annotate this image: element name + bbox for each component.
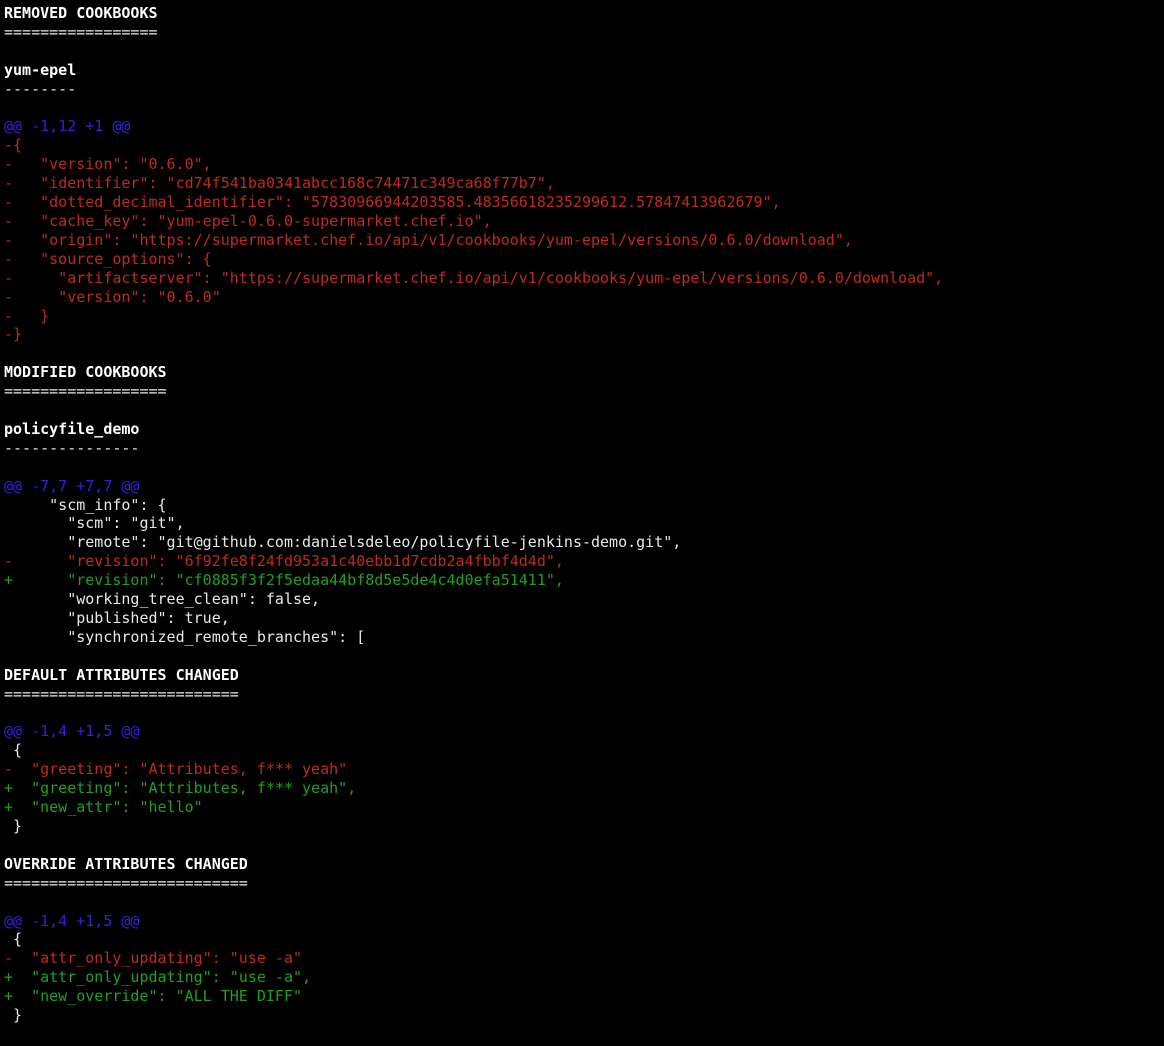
diff-context-line: "published": true, (4, 609, 1164, 628)
spacer (4, 401, 1164, 420)
diff-hunk-header: @@ -1,4 +1,5 @@ (4, 912, 1164, 931)
diff-removed-line: - "version": "0.6.0", (4, 155, 1164, 174)
section-heading-modified-cookbooks: MODIFIED COOKBOOKS (4, 363, 1164, 382)
diff-removed-line: - "artifactserver": "https://supermarket… (4, 269, 1164, 288)
section-heading-removed-cookbooks: REMOVED COOKBOOKS (4, 4, 1164, 23)
cookbook-name-rule: --------------- (4, 439, 1164, 458)
diff-added-line: + "new_attr": "hello" (4, 798, 1164, 817)
diff-removed-line: - "greeting": "Attributes, f*** yeah" (4, 760, 1164, 779)
diff-removed-line: - "attr_only_updating": "use -a" (4, 949, 1164, 968)
spacer (4, 99, 1164, 118)
spacer (4, 647, 1164, 666)
terminal-output[interactable]: REMOVED COOKBOOKS================= yum-e… (0, 0, 1164, 1046)
diff-removed-line: - "origin": "https://supermarket.chef.io… (4, 231, 1164, 250)
section-heading-override-attributes-changed: OVERRIDE ATTRIBUTES CHANGED (4, 855, 1164, 874)
section-heading-rule-removed-cookbooks: ================= (4, 23, 1164, 42)
diff-removed-line: - "dotted_decimal_identifier": "57830966… (4, 193, 1164, 212)
spacer (4, 344, 1164, 363)
diff-removed-line: - "cache_key": "yum-epel-0.6.0-supermark… (4, 212, 1164, 231)
diff-context-line: "working_tree_clean": false, (4, 590, 1164, 609)
diff-removed-line: -} (4, 325, 1164, 344)
cookbook-name-policyfile_demo: policyfile_demo (4, 420, 1164, 439)
diff-hunk-header: @@ -1,4 +1,5 @@ (4, 722, 1164, 741)
diff-context-line: "scm_info": { (4, 496, 1164, 515)
diff-context-line: "synchronized_remote_branches": [ (4, 628, 1164, 647)
diff-context-line: { (4, 930, 1164, 949)
diff-context-line: } (4, 817, 1164, 836)
diff-added-line: + "greeting": "Attributes, f*** yeah", (4, 779, 1164, 798)
diff-removed-line: - "identifier": "cd74f541ba0341abcc168c7… (4, 174, 1164, 193)
section-heading-rule-modified-cookbooks: ================== (4, 382, 1164, 401)
diff-removed-line: - "version": "0.6.0" (4, 288, 1164, 307)
spacer (4, 42, 1164, 61)
diff-context-line: "remote": "git@github.com:danielsdeleo/p… (4, 533, 1164, 552)
spacer (4, 893, 1164, 912)
spacer (4, 458, 1164, 477)
diff-context-line: { (4, 741, 1164, 760)
diff-context-line: } (4, 1006, 1164, 1025)
section-heading-rule-override-attributes-changed: =========================== (4, 874, 1164, 893)
cookbook-name-rule: -------- (4, 80, 1164, 99)
diff-removed-line: -{ (4, 136, 1164, 155)
spacer (4, 836, 1164, 855)
section-heading-rule-default-attributes-changed: ========================== (4, 685, 1164, 704)
diff-removed-line: - } (4, 307, 1164, 326)
diff-removed-line: - "revision": "6f92fe8f24fd953a1c40ebb1d… (4, 552, 1164, 571)
diff-context-line: "scm": "git", (4, 514, 1164, 533)
cookbook-name-yum-epel: yum-epel (4, 61, 1164, 80)
diff-removed-line: - "source_options": { (4, 250, 1164, 269)
spacer (4, 704, 1164, 723)
diff-added-line: + "revision": "cf0885f3f2f5edaa44bf8d5e5… (4, 571, 1164, 590)
diff-hunk-header: @@ -1,12 +1 @@ (4, 117, 1164, 136)
diff-added-line: + "attr_only_updating": "use -a", (4, 968, 1164, 987)
diff-added-line: + "new_override": "ALL THE DIFF" (4, 987, 1164, 1006)
diff-hunk-header: @@ -7,7 +7,7 @@ (4, 477, 1164, 496)
section-heading-default-attributes-changed: DEFAULT ATTRIBUTES CHANGED (4, 666, 1164, 685)
